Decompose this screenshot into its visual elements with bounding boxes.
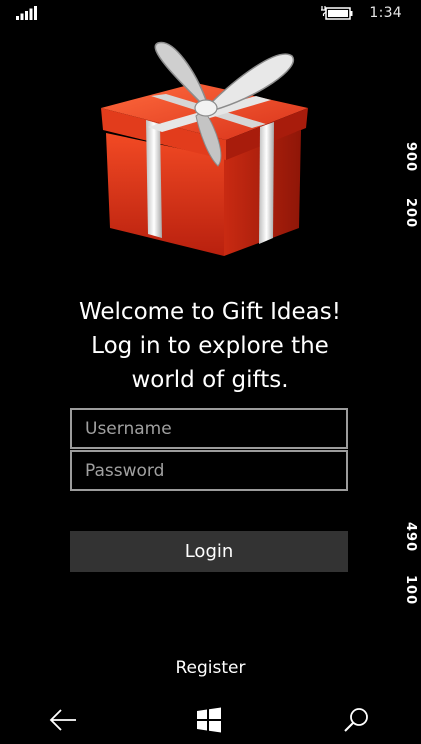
battery-charging-icon — [321, 6, 353, 20]
signal-bars-icon — [16, 6, 37, 20]
username-field — [70, 408, 348, 449]
welcome-line-1: Welcome to Gift Ideas! — [79, 299, 341, 325]
back-arrow-icon — [49, 709, 76, 731]
search-button[interactable] — [336, 702, 376, 738]
welcome-line-2: Log in to explore the — [91, 333, 329, 359]
search-icon — [344, 708, 368, 732]
windows-logo-icon — [197, 707, 221, 733]
username-input[interactable] — [72, 410, 346, 447]
back-button[interactable] — [43, 702, 83, 738]
password-field — [70, 450, 348, 491]
welcome-message: Welcome to Gift Ideas! Log in to explore… — [40, 295, 380, 397]
start-button[interactable] — [189, 702, 229, 738]
clock-time: 1:34 — [369, 5, 402, 21]
status-bar: 1:34 — [0, 0, 421, 28]
gift-box-icon — [101, 41, 308, 256]
side-label: 490 — [403, 522, 418, 553]
side-label: 900 — [403, 142, 418, 173]
register-link[interactable]: Register — [0, 658, 421, 678]
password-input[interactable] — [72, 452, 346, 489]
side-label: 100 — [403, 575, 418, 606]
login-button[interactable]: Login — [70, 531, 348, 572]
welcome-line-3: world of gifts. — [131, 367, 289, 393]
side-label: 200 — [403, 198, 418, 229]
navigation-bar — [0, 696, 421, 744]
